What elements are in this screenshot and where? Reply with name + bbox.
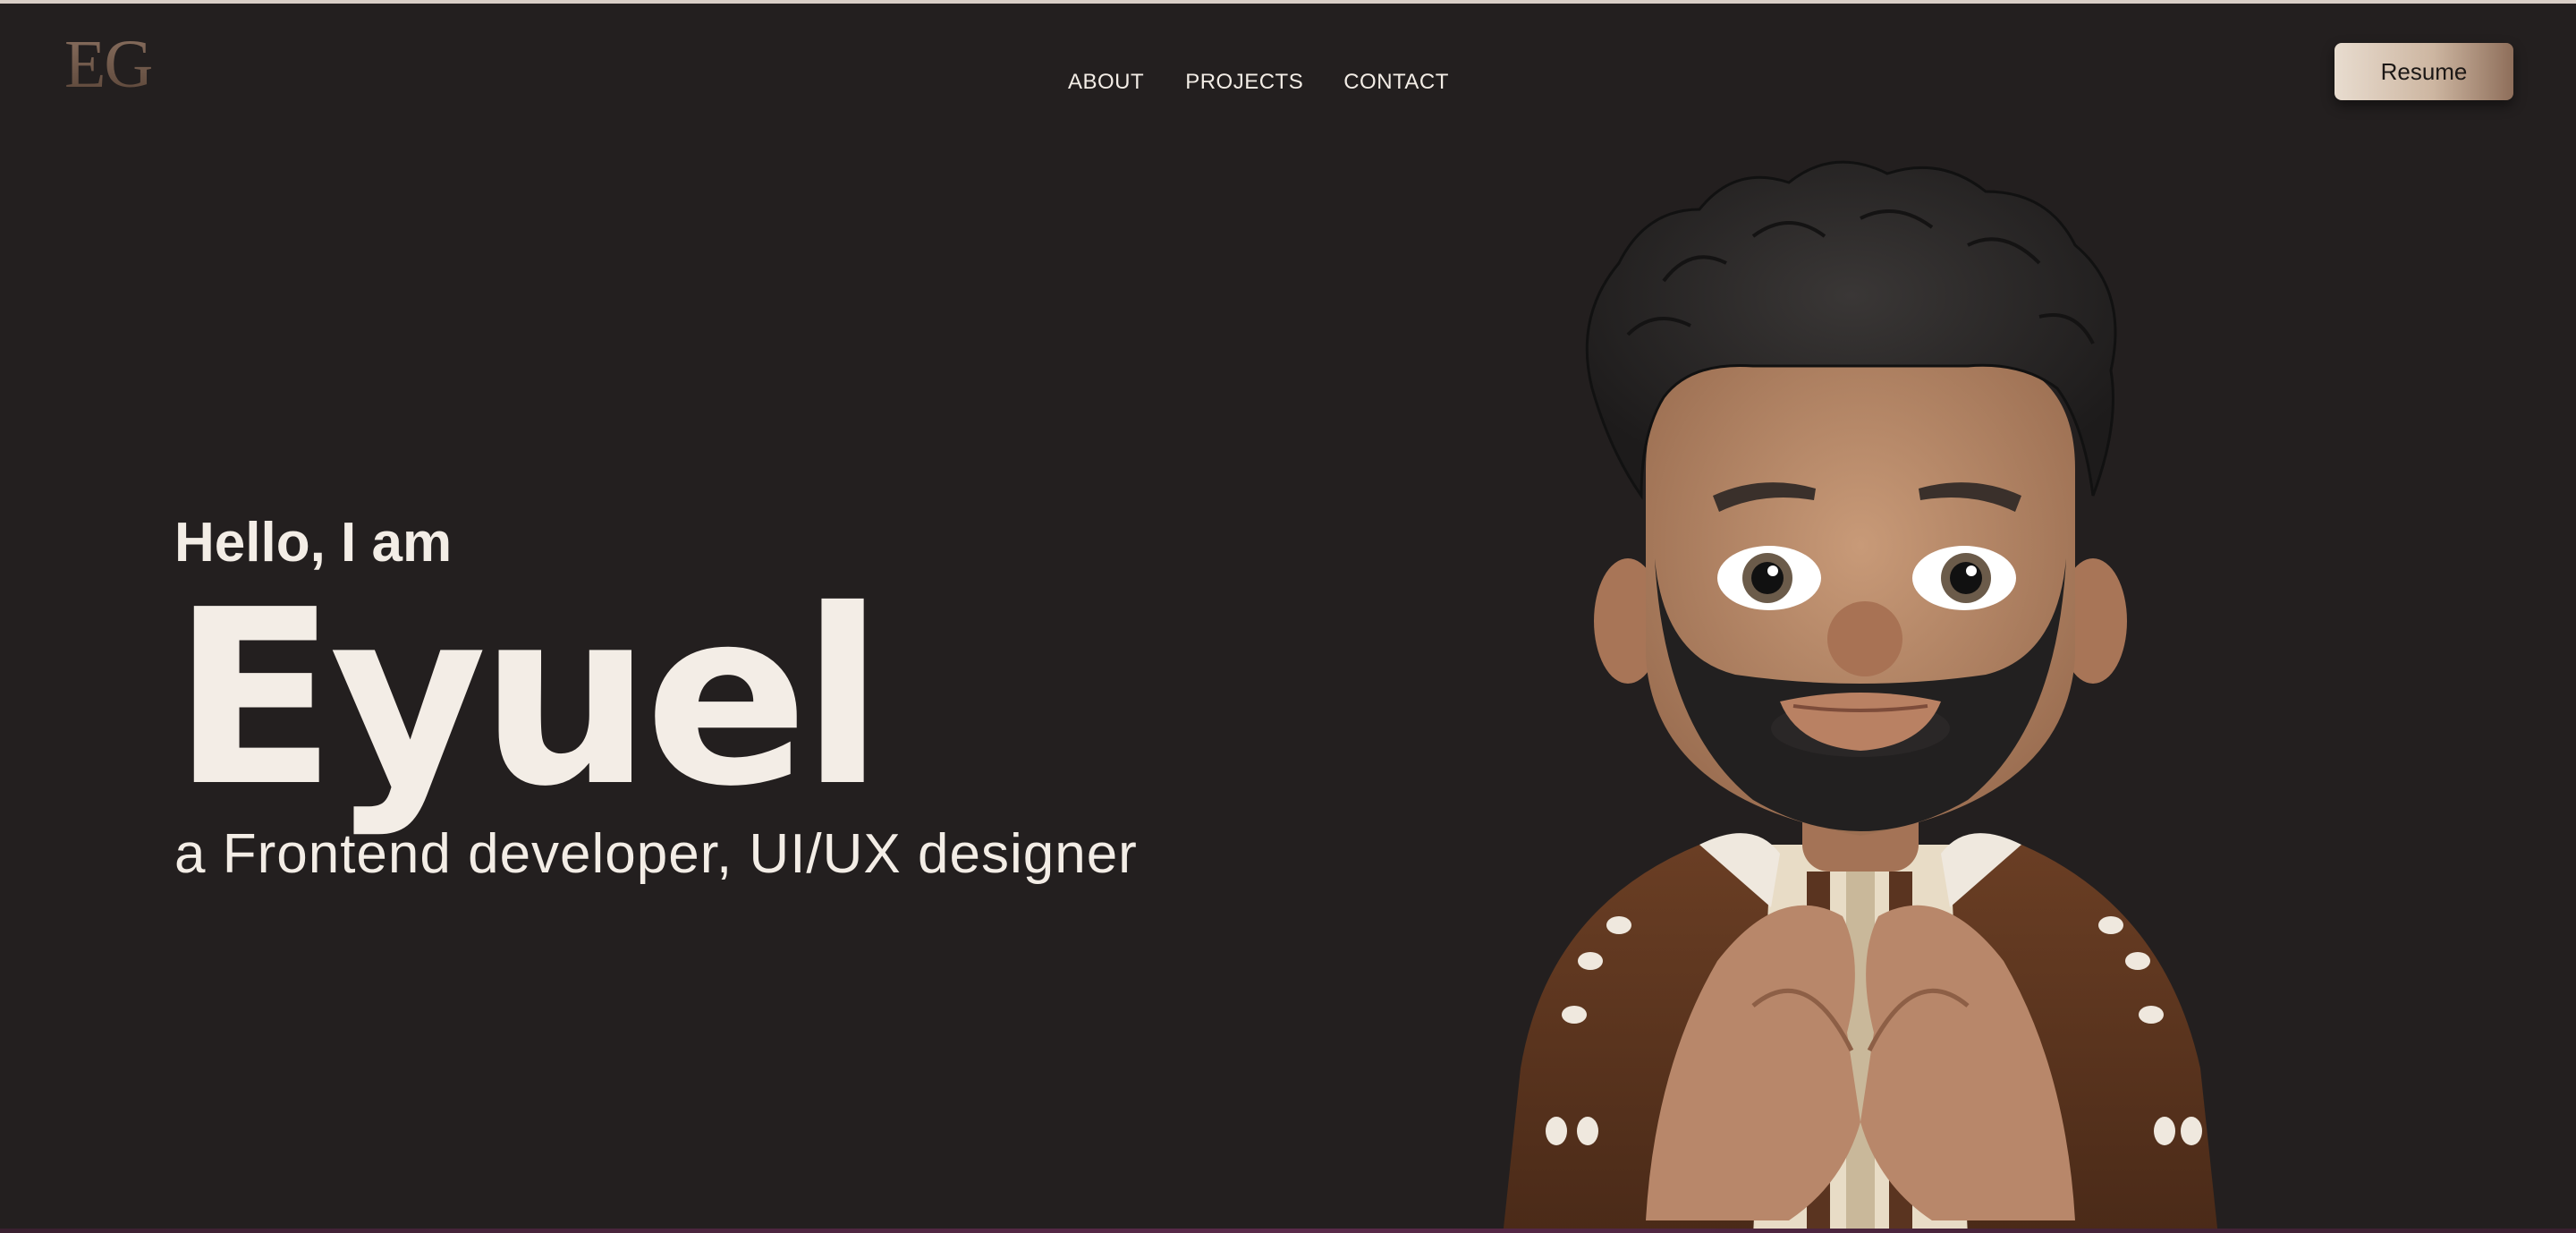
site-logo[interactable]: EG	[64, 30, 153, 98]
memoji-avatar-icon	[1503, 160, 2218, 1233]
hero-role: a Frontend developer, UI/UX designer	[174, 823, 1138, 885]
hero-name: Eyuel	[172, 557, 884, 839]
main-nav: ABOUT PROJECTS CONTACT	[1068, 70, 1449, 95]
nose	[1827, 601, 1902, 676]
portfolio-page: EG ABOUT PROJECTS CONTACT Resume Hello, …	[0, 0, 2576, 1233]
nav-link-about[interactable]: ABOUT	[1068, 70, 1144, 95]
resume-button[interactable]: Resume	[2334, 43, 2513, 100]
nav-link-projects[interactable]: PROJECTS	[1185, 70, 1303, 95]
nav-link-contact[interactable]: CONTACT	[1343, 70, 1449, 95]
bottom-edge-divider	[0, 1229, 2576, 1233]
